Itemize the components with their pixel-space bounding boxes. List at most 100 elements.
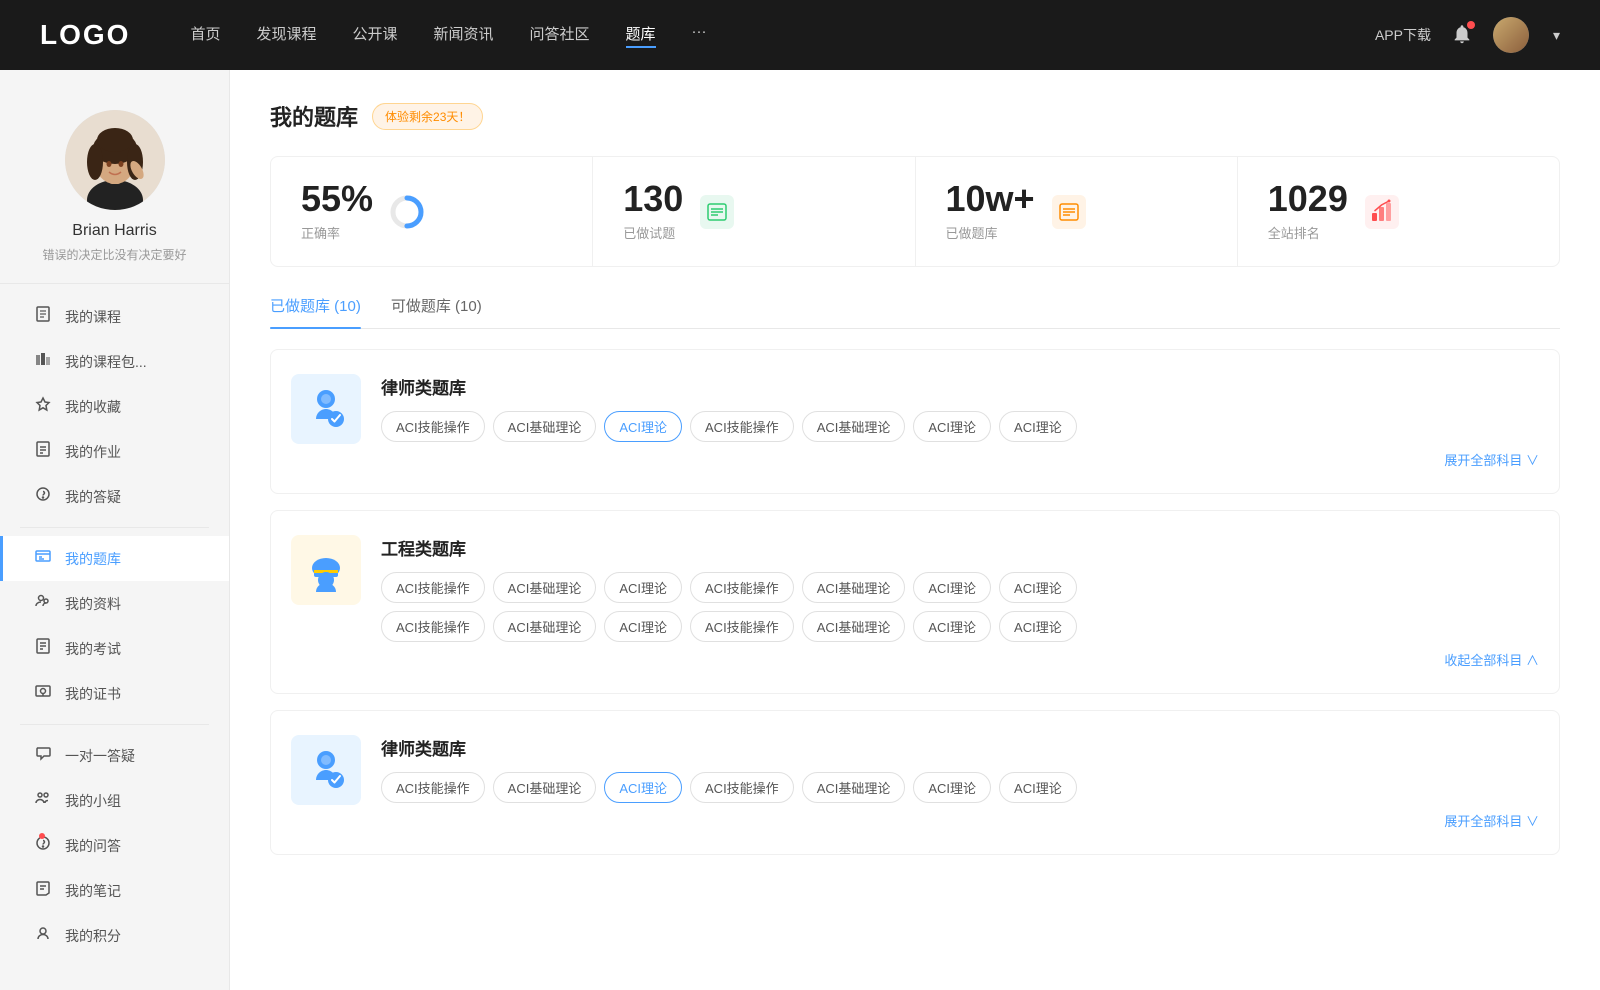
notification-bell[interactable] [1451, 23, 1473, 48]
group-icon [33, 790, 53, 811]
my-data-icon [33, 593, 53, 614]
stat-done-questions: 130 已做试题 [593, 157, 915, 266]
app-download[interactable]: APP下载 [1375, 25, 1431, 45]
sidebar-item-course-pkg[interactable]: 我的课程包... [0, 339, 229, 384]
bank-tag-1-r2-6[interactable]: ACI理论 [999, 611, 1077, 642]
sidebar-item-1v1[interactable]: 一对一答疑 [0, 733, 229, 778]
bank-tags-row1-1: ACI技能操作 ACI基础理论 ACI理论 ACI技能操作 ACI基础理论 AC… [381, 572, 1539, 603]
bank-tag-0-4[interactable]: ACI基础理论 [802, 411, 906, 442]
bank-tag-0-1[interactable]: ACI基础理论 [493, 411, 597, 442]
bank-tag-1-r2-3[interactable]: ACI技能操作 [690, 611, 794, 642]
bank-tag-1-4[interactable]: ACI基础理论 [802, 572, 906, 603]
sidebar-profile: Brian Harris 错误的决定比没有决定要好 [0, 100, 229, 284]
nav-home[interactable]: 首页 [190, 23, 220, 48]
bank-tag-1-6[interactable]: ACI理论 [999, 572, 1077, 603]
bank-tag-1-2[interactable]: ACI理论 [604, 572, 682, 603]
stat-accuracy-label: 正确率 [301, 223, 373, 242]
sidebar-item-questions[interactable]: 我的问答 [0, 823, 229, 868]
profile-avatar-svg [65, 110, 165, 210]
nav-bank[interactable]: 题库 [626, 23, 656, 48]
sidebar-item-favorites[interactable]: 我的收藏 [0, 384, 229, 429]
sidebar-item-my-data[interactable]: 我的资料 [0, 581, 229, 626]
sidebar-item-my-bank-label: 我的题库 [65, 549, 121, 569]
sidebar-item-homework[interactable]: 我的作业 [0, 429, 229, 474]
bank-tag-1-r2-4[interactable]: ACI基础理论 [802, 611, 906, 642]
bank-tag-0-0[interactable]: ACI技能操作 [381, 411, 485, 442]
main-layout: Brian Harris 错误的决定比没有决定要好 我的课程 我的课程包... [0, 70, 1600, 990]
bank-tag-0-6[interactable]: ACI理论 [999, 411, 1077, 442]
sidebar-item-my-qa-label: 我的答疑 [65, 487, 121, 507]
list-green-icon [700, 195, 734, 229]
bank-collapse-1[interactable]: 收起全部科目 ∧ [381, 650, 1539, 669]
logo[interactable]: LOGO [40, 19, 130, 51]
tabs-row: 已做题库 (10) 可做题库 (10) [270, 295, 1560, 329]
done-questions-icon [697, 192, 737, 232]
bank-tag-2-0[interactable]: ACI技能操作 [381, 772, 485, 803]
sidebar-item-my-cert[interactable]: 我的证书 [0, 671, 229, 716]
bank-expand-0[interactable]: 展开全部科目 ∨ [381, 450, 1539, 469]
engineer-svg-1 [302, 546, 350, 594]
profile-avatar [65, 110, 165, 210]
sidebar-item-points[interactable]: 我的积分 [0, 913, 229, 958]
bank-tag-0-3[interactable]: ACI技能操作 [690, 411, 794, 442]
sidebar-item-my-qa[interactable]: 我的答疑 [0, 474, 229, 519]
bank-tag-2-1[interactable]: ACI基础理论 [493, 772, 597, 803]
nav-more[interactable]: ··· [692, 23, 707, 48]
navbar-right: APP下载 ▾ [1375, 17, 1560, 53]
sidebar-item-my-course[interactable]: 我的课程 [0, 294, 229, 339]
stat-done-banks-label: 已做题库 [946, 223, 1035, 242]
bank-tag-1-0[interactable]: ACI技能操作 [381, 572, 485, 603]
nav-qa[interactable]: 问答社区 [530, 23, 590, 48]
course-pkg-icon [33, 351, 53, 372]
bank-tag-1-r2-2[interactable]: ACI理论 [604, 611, 682, 642]
tab-done-banks[interactable]: 已做题库 (10) [270, 295, 361, 328]
nav-public[interactable]: 公开课 [352, 23, 397, 48]
bank-tag-2-6[interactable]: ACI理论 [999, 772, 1077, 803]
stat-done-questions-value: 130 [623, 181, 683, 217]
bank-tag-1-r2-0[interactable]: ACI技能操作 [381, 611, 485, 642]
bank-tags-2: ACI技能操作 ACI基础理论 ACI理论 ACI技能操作 ACI基础理论 AC… [381, 772, 1539, 803]
nav-discover[interactable]: 发现课程 [256, 23, 316, 48]
avatar[interactable] [1493, 17, 1529, 53]
bank-card-1: 工程类题库 ACI技能操作 ACI基础理论 ACI理论 ACI技能操作 ACI基… [270, 510, 1560, 694]
bank-title-2: 律师类题库 [381, 735, 1539, 760]
sidebar-item-points-label: 我的积分 [65, 926, 121, 946]
bank-tag-2-5[interactable]: ACI理论 [913, 772, 991, 803]
sidebar-item-notes[interactable]: 我的笔记 [0, 868, 229, 913]
tab-available-banks[interactable]: 可做题库 (10) [391, 295, 482, 328]
bank-tag-0-5[interactable]: ACI理论 [913, 411, 991, 442]
trial-badge[interactable]: 体验剩余23天！ [372, 103, 483, 130]
bank-info-0: 律师类题库 ACI技能操作 ACI基础理论 ACI理论 ACI技能操作 ACI基… [381, 374, 1539, 469]
bank-info-2: 律师类题库 ACI技能操作 ACI基础理论 ACI理论 ACI技能操作 ACI基… [381, 735, 1539, 830]
1v1-icon [33, 745, 53, 766]
sidebar-menu: 我的课程 我的课程包... 我的收藏 我的作业 [0, 294, 229, 958]
sidebar-item-group-label: 我的小组 [65, 791, 121, 811]
sidebar-item-group[interactable]: 我的小组 [0, 778, 229, 823]
sidebar: Brian Harris 错误的决定比没有决定要好 我的课程 我的课程包... [0, 70, 230, 990]
sidebar-item-my-bank[interactable]: 我的题库 [0, 536, 229, 581]
bank-expand-2[interactable]: 展开全部科目 ∨ [381, 811, 1539, 830]
bank-title-0: 律师类题库 [381, 374, 1539, 399]
sidebar-item-favorites-label: 我的收藏 [65, 397, 121, 417]
avatar-chevron-icon[interactable]: ▾ [1553, 27, 1560, 44]
bank-tag-1-3[interactable]: ACI技能操作 [690, 572, 794, 603]
bank-tag-0-2[interactable]: ACI理论 [604, 411, 682, 442]
sidebar-item-notes-label: 我的笔记 [65, 881, 121, 901]
divider-1 [20, 527, 209, 528]
bank-tag-1-r2-5[interactable]: ACI理论 [913, 611, 991, 642]
sidebar-item-my-exam[interactable]: 我的考试 [0, 626, 229, 671]
sidebar-item-homework-label: 我的作业 [65, 442, 121, 462]
main-content: 我的题库 体验剩余23天！ 55% 正确率 [230, 70, 1600, 990]
sidebar-item-my-cert-label: 我的证书 [65, 684, 121, 704]
bank-tag-1-1[interactable]: ACI基础理论 [493, 572, 597, 603]
chart-red-icon [1365, 195, 1399, 229]
bank-tag-2-4[interactable]: ACI基础理论 [802, 772, 906, 803]
bank-tag-1-5[interactable]: ACI理论 [913, 572, 991, 603]
bank-tag-1-r2-1[interactable]: ACI基础理论 [493, 611, 597, 642]
bank-tag-2-3[interactable]: ACI技能操作 [690, 772, 794, 803]
bank-tags-row2-1: ACI技能操作 ACI基础理论 ACI理论 ACI技能操作 ACI基础理论 AC… [381, 611, 1539, 642]
bank-tag-2-2[interactable]: ACI理论 [604, 772, 682, 803]
divider-2 [20, 724, 209, 725]
nav-news[interactable]: 新闻资讯 [434, 23, 494, 48]
sidebar-item-my-course-label: 我的课程 [65, 307, 121, 327]
